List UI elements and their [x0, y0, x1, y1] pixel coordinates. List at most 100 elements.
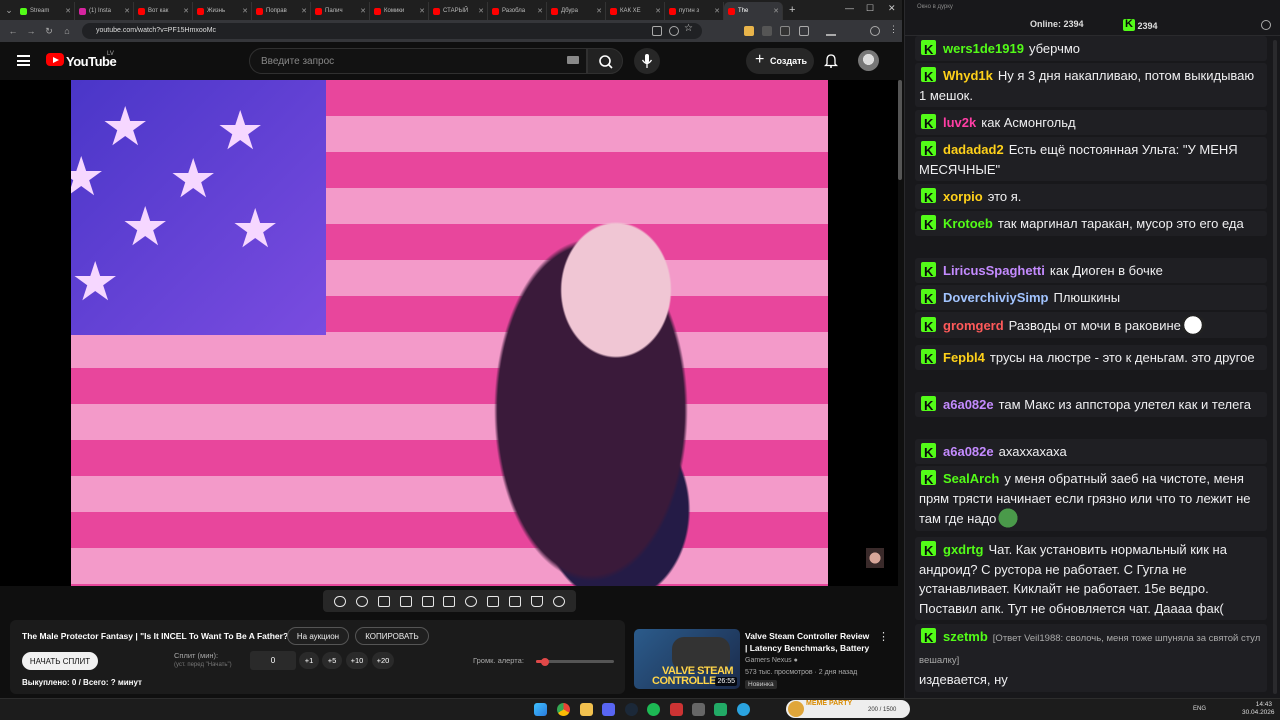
- chat-username[interactable]: SealArch: [943, 471, 999, 486]
- extensions-puzzle-icon[interactable]: [799, 26, 809, 36]
- lab-flask-icon[interactable]: [531, 595, 544, 607]
- bookmark-star-icon[interactable]: ☆: [684, 23, 694, 34]
- increment-20-button[interactable]: +20: [372, 652, 394, 669]
- browser-tab[interactable]: Палич ✕: [311, 2, 370, 20]
- tab-close-icon[interactable]: ✕: [360, 7, 366, 15]
- chrome-icon[interactable]: [557, 703, 570, 716]
- url-field[interactable]: youtube.com/watch?v=PF15HmxooMc: [82, 23, 702, 39]
- chat-settings-icon[interactable]: [1261, 20, 1271, 30]
- new-tab-icon[interactable]: +: [789, 4, 795, 16]
- browser-tab[interactable]: СТАРЫЙ ✕: [429, 2, 488, 20]
- search-input[interactable]: Введите запрос: [249, 48, 587, 74]
- back-icon[interactable]: ←: [8, 26, 18, 36]
- audio-icon[interactable]: [355, 595, 368, 607]
- steam-icon[interactable]: [625, 703, 638, 716]
- telegram-icon[interactable]: [737, 703, 750, 716]
- chat-username[interactable]: xorpio: [943, 189, 983, 204]
- downloads-icon[interactable]: [826, 26, 836, 36]
- recommended-video[interactable]: VALVE STEAM CONTROLLE 26:55 Valve Steam …: [634, 626, 894, 692]
- browser-tab[interactable]: The ✕: [724, 2, 783, 20]
- tab-close-icon[interactable]: ✕: [773, 7, 779, 15]
- tab-close-icon[interactable]: ✕: [596, 7, 602, 15]
- app-icon-red[interactable]: [670, 703, 683, 716]
- alert-volume-knob[interactable]: [541, 657, 550, 666]
- resize-icon[interactable]: [421, 595, 434, 607]
- tab-close-icon[interactable]: ✕: [65, 7, 71, 15]
- browser-tab[interactable]: Дбура ✕: [547, 2, 606, 20]
- extension-icon-1[interactable]: [744, 26, 754, 36]
- tab-close-icon[interactable]: ✕: [655, 7, 661, 15]
- browser-tab[interactable]: Вот как ✕: [134, 2, 193, 20]
- chat-username[interactable]: DoverchiviySimp: [943, 290, 1049, 305]
- extension-icon-3[interactable]: [780, 26, 790, 36]
- folder-icon[interactable]: [580, 703, 593, 716]
- browser-tab[interactable]: Жизнь ✕: [193, 2, 252, 20]
- recommended-title[interactable]: Valve Steam Controller Review | Latency …: [745, 630, 873, 654]
- chat-username[interactable]: gromgerd: [943, 318, 1004, 333]
- increment-10-button[interactable]: +10: [346, 652, 368, 669]
- chat-username[interactable]: LiricusSpaghetti: [943, 263, 1045, 278]
- tab-close-icon[interactable]: ✕: [478, 7, 484, 15]
- reload-icon[interactable]: ↻: [44, 26, 54, 37]
- screenshot-folder-icon[interactable]: [377, 595, 390, 607]
- tab-close-icon[interactable]: ✕: [419, 7, 425, 15]
- account-avatar[interactable]: [858, 50, 879, 71]
- chat-username[interactable]: Fepbl4: [943, 350, 985, 365]
- app-icon-gray[interactable]: [692, 703, 705, 716]
- spotify-icon[interactable]: [647, 703, 660, 716]
- maximize-icon[interactable]: ☐: [866, 3, 874, 14]
- browser-tab[interactable]: путин з ✕: [665, 2, 724, 20]
- recommended-thumbnail[interactable]: VALVE STEAM CONTROLLE 26:55: [634, 629, 740, 689]
- chat-username[interactable]: szetmb: [943, 629, 988, 644]
- browser-tab[interactable]: Разобла ✕: [488, 2, 547, 20]
- browser-tab[interactable]: Stream ✕: [16, 2, 75, 20]
- copy-button[interactable]: КОПИРОВАТЬ: [355, 627, 429, 645]
- extension-icon-2[interactable]: [762, 26, 772, 36]
- profile-icon[interactable]: [870, 26, 880, 36]
- alert-volume-slider[interactable]: [536, 657, 614, 666]
- discord-icon[interactable]: [602, 703, 615, 716]
- app-icon-green[interactable]: [714, 703, 727, 716]
- tab-close-icon[interactable]: ✕: [301, 7, 307, 15]
- browser-tab[interactable]: Комики ✕: [370, 2, 429, 20]
- search-button[interactable]: [587, 48, 623, 74]
- tab-close-icon[interactable]: ✕: [714, 7, 720, 15]
- tab-close-icon[interactable]: ✕: [242, 7, 248, 15]
- browser-tab[interactable]: (1) Insta ✕: [75, 2, 134, 20]
- add-to-queue-icon[interactable]: [487, 595, 500, 607]
- start-split-button[interactable]: НАЧАТЬ СПЛИТ: [22, 652, 98, 670]
- language-indicator[interactable]: ENG: [1193, 706, 1206, 712]
- auction-button[interactable]: На аукцион: [287, 627, 349, 645]
- forward-icon[interactable]: →: [26, 26, 36, 36]
- browser-tab[interactable]: КАК ХЕ ✕: [606, 2, 665, 20]
- zoom-icon[interactable]: [669, 26, 679, 36]
- clock[interactable]: 14:43 30.04.2026: [1242, 701, 1275, 717]
- chat-username[interactable]: wers1de1919: [943, 41, 1024, 56]
- settings-gear-icon[interactable]: [553, 595, 566, 607]
- split-minutes-input[interactable]: 0: [250, 651, 296, 670]
- chat-username[interactable]: a6a082e: [943, 444, 994, 459]
- increment-5-button[interactable]: +5: [322, 652, 342, 669]
- chat-username[interactable]: Whyd1k: [943, 68, 993, 83]
- tab-close-icon[interactable]: ✕: [124, 7, 130, 15]
- chat-username[interactable]: gxdrtg: [943, 542, 983, 557]
- video-frame[interactable]: ★ ★ ★ ★ ★ ★ ★: [71, 80, 828, 586]
- chat-scrollbar[interactable]: [1273, 40, 1277, 694]
- windows-start-icon[interactable]: [534, 703, 547, 716]
- menu-dots-icon[interactable]: ⋮: [889, 24, 899, 34]
- close-window-icon[interactable]: ✕: [888, 3, 896, 14]
- chat-username[interactable]: luv2k: [943, 115, 976, 130]
- keyboard-icon[interactable]: [567, 56, 579, 64]
- increment-1-button[interactable]: +1: [299, 652, 319, 669]
- install-icon[interactable]: [652, 26, 662, 36]
- cinema-mode-icon[interactable]: [443, 595, 456, 607]
- tab-close-icon[interactable]: ✕: [183, 7, 189, 15]
- menu-icon[interactable]: [17, 55, 30, 66]
- minimize-icon[interactable]: —: [845, 3, 854, 13]
- tab-close-icon[interactable]: ✕: [537, 7, 543, 15]
- meme-party-widget[interactable]: MEME PARTY 200 / 1500: [786, 700, 910, 718]
- voice-search-button[interactable]: [634, 48, 660, 74]
- chat-username[interactable]: dadadad2: [943, 142, 1004, 157]
- browser-tab[interactable]: Поправ ✕: [252, 2, 311, 20]
- camera-icon[interactable]: [509, 595, 522, 607]
